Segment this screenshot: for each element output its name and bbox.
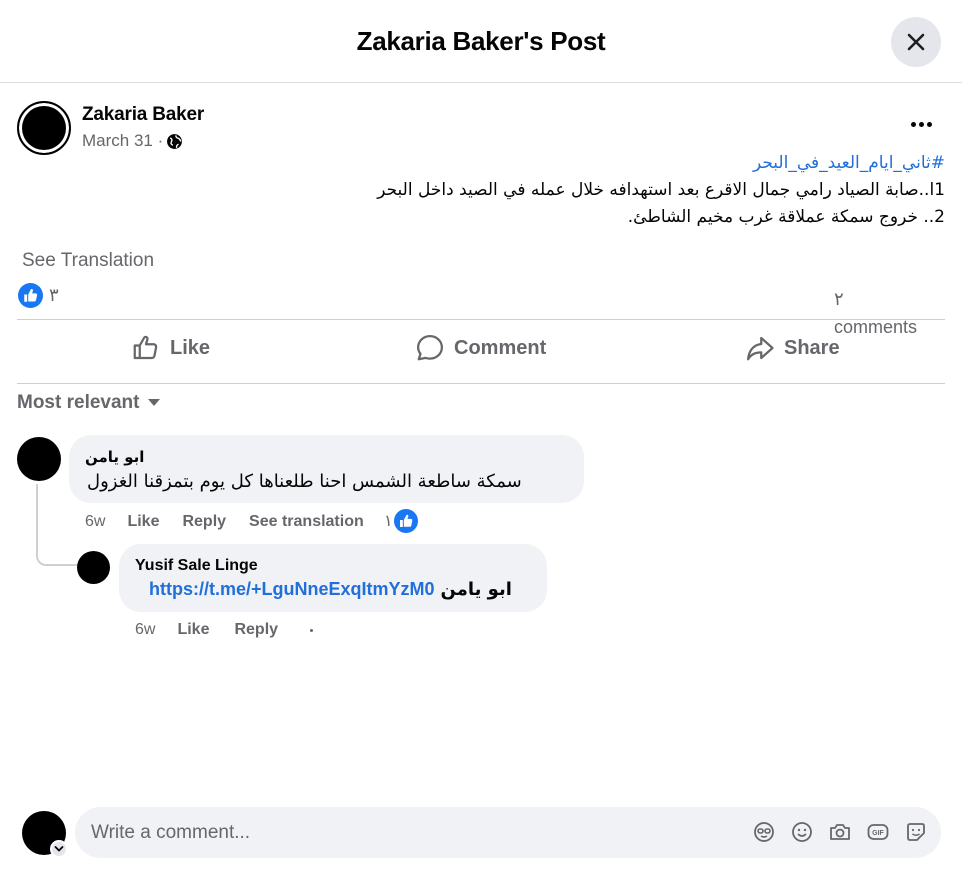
composer-icons: GIF xyxy=(752,820,928,844)
like-label: Like xyxy=(170,336,211,359)
reaction-count[interactable]: ٣ xyxy=(49,285,59,306)
dialog-header: Zakaria Baker's Post xyxy=(0,0,962,83)
comment-text: سمكة ساطعة الشمس احنا طلعناها كل يوم بتم… xyxy=(87,471,522,492)
reply-author-avatar[interactable] xyxy=(77,551,110,584)
share-button[interactable]: Share xyxy=(745,331,840,365)
close-button[interactable] xyxy=(891,17,941,67)
avatar-sticker-icon[interactable] xyxy=(752,820,776,844)
thumbs-up-icon xyxy=(133,335,158,360)
post-date[interactable]: March 31 · xyxy=(82,131,163,151)
chevron-down-icon xyxy=(54,846,64,852)
author-name[interactable]: Zakaria Baker xyxy=(82,104,204,126)
comment-bubble: ابو يامن سمكة ساطعة الشمس احنا طلعناها ك… xyxy=(69,435,584,503)
sticker-icon[interactable] xyxy=(904,820,928,844)
post-line-2: 2.. خروج سمكة عملاقة غرب مخيم الشاطئ. xyxy=(627,207,945,227)
share-icon xyxy=(747,336,774,361)
comments-count-label: comments xyxy=(834,317,918,337)
dialog-title: Zakaria Baker's Post xyxy=(356,26,606,56)
emoji-icon[interactable] xyxy=(790,820,814,844)
more-options-button[interactable] xyxy=(903,112,939,136)
comment-actions: 6w Like Reply See translation xyxy=(85,513,364,531)
reply-bubble: Yusif Sale Linge https://t.me/+LguNneExq… xyxy=(119,544,547,612)
comments-count-number: ٢ xyxy=(834,289,844,309)
thread-line xyxy=(36,484,80,566)
see-translation-link[interactable]: See Translation xyxy=(22,250,154,272)
profile-switch-button[interactable] xyxy=(50,840,68,858)
comment-like-button[interactable]: Like xyxy=(127,513,159,531)
reply-mention[interactable]: ابو يامن xyxy=(441,579,512,600)
like-button[interactable]: Like xyxy=(131,331,210,365)
separator-dot xyxy=(310,628,314,632)
post-dialog: Zakaria Baker's Post Zakaria Baker March… xyxy=(0,0,962,881)
comment-see-translation[interactable]: See translation xyxy=(249,513,364,531)
like-reaction-icon[interactable] xyxy=(18,283,43,308)
gif-icon[interactable]: GIF xyxy=(866,820,890,844)
comment-composer: GIF xyxy=(75,807,941,858)
reply-author[interactable]: Yusif Sale Linge xyxy=(135,557,258,575)
close-icon xyxy=(907,33,925,51)
globe-icon xyxy=(166,133,183,150)
comments-count[interactable]: ٢ comments xyxy=(834,285,934,341)
reply-link[interactable]: https://t.me/+LguNneExqItmYzM0 xyxy=(149,579,435,600)
caret-down-icon xyxy=(148,399,161,406)
comment-reaction-count: ١ xyxy=(384,513,393,530)
comment-time[interactable]: 6w xyxy=(85,513,105,531)
sort-label: Most relevant xyxy=(17,392,140,413)
author-avatar[interactable] xyxy=(17,101,71,155)
like-reaction-icon xyxy=(393,509,418,533)
share-label: Share xyxy=(784,336,840,359)
commenter-avatar[interactable] xyxy=(17,437,61,481)
reply-time[interactable]: 6w xyxy=(135,621,155,639)
post-line-1: 1ا..صابة الصياد رامي جمال الاقرع بعد است… xyxy=(377,180,945,200)
divider xyxy=(17,319,945,320)
divider xyxy=(17,383,945,384)
reply-text: https://t.me/+LguNneExqItmYzM0 ابو يامن xyxy=(149,579,512,600)
svg-text:GIF: GIF xyxy=(872,830,884,837)
sort-comments-button[interactable]: Most relevant xyxy=(17,392,161,414)
hashtag-link[interactable]: #ثاني_ايام_العيد_في_البحر xyxy=(20,150,945,177)
more-icon xyxy=(910,121,916,127)
comment-icon xyxy=(417,335,443,361)
reply-reply-button[interactable]: Reply xyxy=(234,621,278,639)
reply-like-button[interactable]: Like xyxy=(177,621,209,639)
comment-button[interactable]: Comment xyxy=(415,331,546,365)
camera-icon[interactable] xyxy=(828,820,852,844)
comment-label: Comment xyxy=(454,336,547,359)
comment-reply-button[interactable]: Reply xyxy=(182,513,226,531)
reply-actions: 6w Like Reply xyxy=(135,621,314,639)
comment-reactions[interactable]: ١ xyxy=(384,509,418,533)
post-text: #ثاني_ايام_العيد_في_البحر 1ا..صابة الصيا… xyxy=(20,150,945,231)
comment-input[interactable] xyxy=(91,807,711,858)
comment-author[interactable]: ابو يامن xyxy=(85,448,144,466)
post-meta: March 31 · xyxy=(82,131,183,151)
